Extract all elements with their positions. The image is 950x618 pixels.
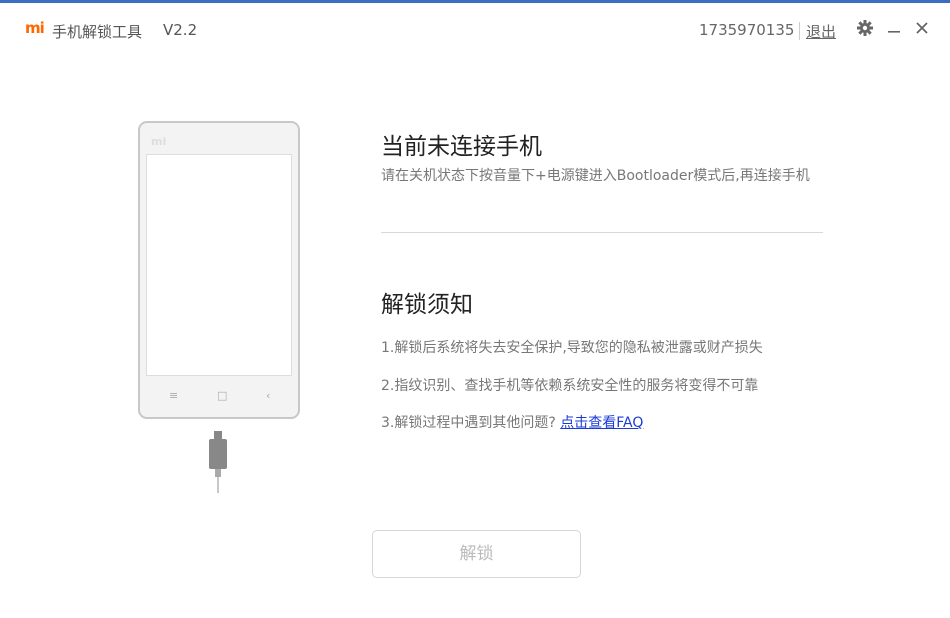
usb-cable-wire (217, 477, 219, 493)
app-title: 手机解锁工具 (52, 23, 143, 41)
gear-icon[interactable] (856, 19, 876, 39)
phone-menu-icon: ≡ (169, 389, 179, 402)
unlock-button[interactable]: 解锁 (372, 530, 581, 578)
unlock-notice-title: 解锁须知 (381, 292, 473, 318)
app-version: V2.2 (163, 21, 198, 39)
mi-logo: mi (25, 19, 45, 37)
account-id: 1735970135 (699, 21, 795, 39)
titlebar-separator (799, 22, 800, 40)
connection-status-description: 请在关机状态下按音量下+电源键进入Bootloader模式后,再连接手机 (381, 168, 810, 184)
titlebar: mi 手机解锁工具 V2.2 1735970135 退出 (0, 3, 950, 55)
notice-item: 2.指纹识别、查找手机等依赖系统安全性的服务将变得不可靠 (381, 378, 759, 394)
usb-cable-icon (208, 431, 228, 477)
mi-unlock-window: mi 手机解锁工具 V2.2 1735970135 退出 mi ≡ □ ‹ 当前… (0, 0, 950, 618)
close-icon[interactable] (913, 19, 933, 39)
phone-home-icon: □ (217, 389, 228, 402)
faq-link[interactable]: 点击查看FAQ (560, 415, 643, 431)
connection-status-title: 当前未连接手机 (381, 134, 542, 160)
notice-item-text: 3.解锁过程中遇到其他问题? (381, 415, 556, 431)
notice-item: 1.解锁后系统将失去安全保护,导致您的隐私被泄露或财产损失 (381, 340, 763, 356)
phone-screen (146, 154, 292, 376)
logout-link[interactable]: 退出 (806, 21, 836, 42)
phone-illustration: mi ≡ □ ‹ (138, 121, 300, 419)
section-divider (381, 232, 823, 233)
minimize-icon[interactable] (885, 19, 905, 39)
phone-back-icon: ‹ (266, 389, 271, 402)
phone-brand-logo: mi (151, 135, 167, 148)
notice-item: 3.解锁过程中遇到其他问题? 点击查看FAQ (381, 412, 643, 432)
